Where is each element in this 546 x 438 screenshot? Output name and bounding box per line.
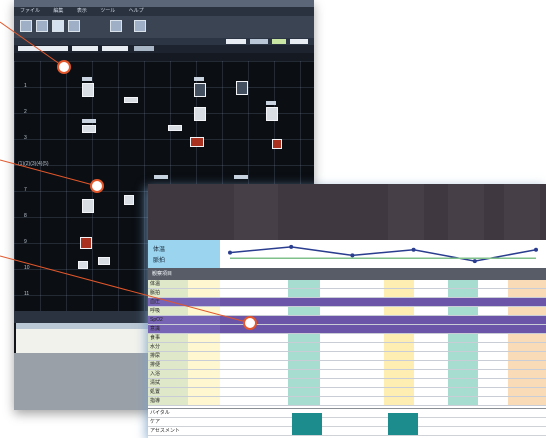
callout-marker [243,316,257,330]
callout-marker [57,60,71,74]
callout-marker [90,179,104,193]
callout-line [0,159,98,187]
callout-lines [0,21,251,324]
callout-line [0,21,65,68]
callout-line [0,255,251,324]
